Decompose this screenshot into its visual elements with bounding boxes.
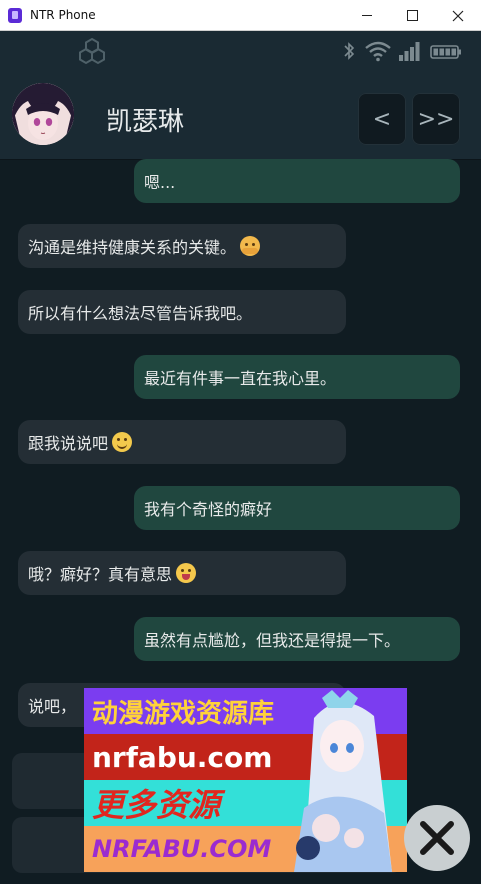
minimize-icon: [362, 15, 372, 16]
bluetooth-icon: [344, 42, 355, 60]
contact-name: 凯瑟琳: [106, 107, 185, 137]
window-titlebar: NTR Phone: [0, 0, 481, 31]
window-title: NTR Phone: [30, 8, 96, 22]
message-bubble-mine: 虽然有点尴尬，但我还是得提一下。: [134, 617, 460, 661]
close-icon: [420, 821, 454, 855]
battery-icon: [430, 45, 461, 59]
winking-tongue-face-emoji-icon: [176, 563, 197, 583]
message-bubble-theirs: 所以有什么想法尽管告诉我吧。: [18, 290, 346, 334]
skip-forward-button[interactable]: >>: [412, 93, 460, 145]
previous-button[interactable]: <: [358, 93, 406, 145]
message-bubble-theirs: 沟通是维持健康关系的关键。: [18, 224, 346, 268]
message-text: 沟通是维持健康关系的关键。: [28, 238, 237, 257]
ad-anime-girl-image: [294, 690, 392, 872]
message-text: 说吧，: [28, 697, 77, 716]
advertisement-banner[interactable]: 动漫游戏资源库 nrfabu.com 更多资源 NRFABU.COM: [84, 688, 407, 872]
message-text: 哦？癖好？真有意思: [28, 565, 173, 584]
wifi-icon: [365, 41, 391, 62]
message-text: 嗯...: [144, 173, 176, 192]
maximize-button[interactable]: [389, 0, 435, 31]
hugging-face-emoji-icon: [240, 236, 261, 256]
signal-icon: [399, 42, 420, 61]
close-window-button[interactable]: [435, 0, 481, 31]
message-text: 虽然有点尴尬，但我还是得提一下。: [144, 631, 401, 650]
message-bubble-mine: 我有个奇怪的癖好: [134, 486, 460, 530]
avatar-portrait-icon: [12, 83, 74, 145]
message-text: 跟我说说吧: [28, 434, 109, 453]
chat-header: 凯瑟琳 < >>: [0, 71, 481, 160]
app-icon: [8, 8, 22, 23]
close-icon: [452, 10, 464, 21]
message-bubble-theirs: 跟我说说吧: [18, 420, 346, 464]
phone-screen: 凯瑟琳 < >> 嗯... 沟通是维持健康关系的关键。 所以有什么想法尽管告诉我…: [0, 31, 481, 884]
contact-avatar[interactable]: [12, 83, 74, 145]
message-bubble-mine: 嗯...: [134, 159, 460, 203]
message-text: 所以有什么想法尽管告诉我吧。: [28, 304, 253, 323]
message-text: 最近有件事一直在我心里。: [144, 369, 337, 388]
message-bubble-theirs: 哦？癖好？真有意思: [18, 551, 346, 595]
minimize-button[interactable]: [344, 0, 390, 31]
hex-logo-icon: [79, 37, 105, 65]
message-text: 我有个奇怪的癖好: [144, 500, 273, 519]
close-ad-button[interactable]: [404, 805, 470, 871]
message-bubble-mine: 最近有件事一直在我心里。: [134, 355, 460, 399]
maximize-icon: [406, 10, 418, 21]
smiling-face-emoji-icon: [112, 432, 133, 452]
status-bar: [0, 31, 481, 71]
